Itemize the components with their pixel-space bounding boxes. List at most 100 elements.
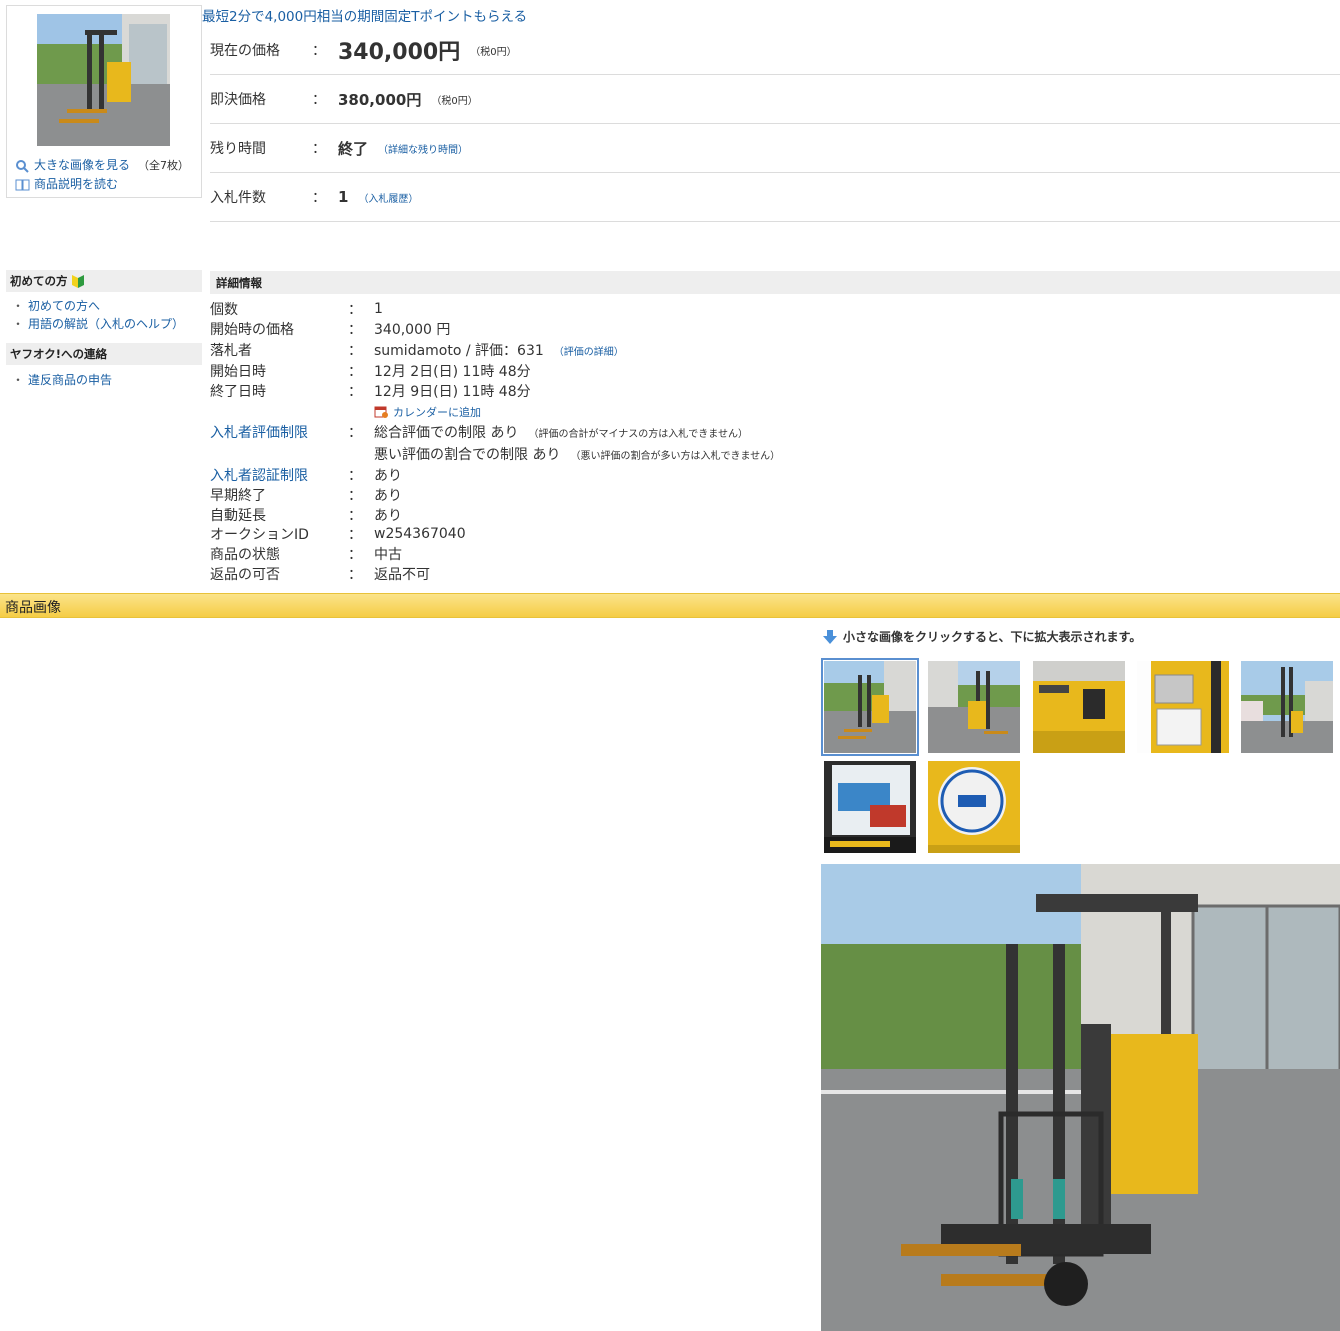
colon: ： [348,384,362,400]
add-to-calendar-label[interactable]: カレンダーに追加 [393,404,481,420]
thumbnail-box: 大きな画像を見る （全7枚） 商品説明を読む [6,5,202,198]
detail-value: 返品不可 [374,567,430,583]
detail-label: 開始日時 [210,364,266,380]
detail-row-early-end: 早期終了 ： あり [210,485,402,505]
current-price-tax: （税0円） [470,46,517,58]
tpoint-link[interactable]: 最短2分で4,000円相当の期間固定Tポイントもらえる [202,5,527,25]
image-thumbnail-7[interactable] [928,761,1020,853]
detail-row-end-date: 終了日時 ： 12月 9日(日) 11時 48分 [210,381,531,401]
auth-limit-link[interactable]: 入札者認証制限 [210,465,348,485]
buyout-price-tax: （税0円） [431,95,478,107]
colon: ： [348,567,362,583]
book-icon [15,179,30,190]
winner-value: sumidamoto / 評価：631 [374,343,544,359]
image-thumbnail-4[interactable] [1137,661,1229,753]
sidebar-link-label[interactable]: 用語の解説（入札のヘルプ） [28,317,184,331]
read-description-link[interactable]: 商品説明を読む [15,175,189,194]
remaining-time-row: 残り時間 ： 終了 （詳細な残り時間） [210,124,1340,173]
detailed-remaining-time-link[interactable]: （詳細な残り時間） [378,141,468,156]
bid-count-value: 1 [338,188,349,206]
rating-limit-link[interactable]: 入札者評価制限 [210,422,348,442]
detail-row-rating-limit: 入札者評価制限： 総合評価での制限 あり （評価の合計がマイナスの方は入札できません… [210,422,748,442]
bid-history-link[interactable]: （入札履歴） [358,190,418,205]
first-time-header: 初めての方 [6,270,202,292]
auction-id-value: w254367040 [374,526,466,542]
thumbnail-links: 大きな画像を見る （全7枚） 商品説明を読む [15,156,189,194]
detail-row-start-price: 開始時の価格 ： 340,000 円 [210,319,450,339]
buyout-price-value: 380,000円 [338,90,422,109]
bid-count-row: 入札件数 ： 1 （入札履歴） [210,173,1340,222]
colon: ： [348,527,362,543]
detail-value: 悪い評価の割合での制限 あり [374,447,561,463]
contact-title: ヤフオク!への連絡 [10,347,108,361]
beginner-mark-icon [71,275,84,288]
detail-value: 中古 [374,547,402,563]
detail-value: 340,000 円 [374,322,451,338]
calendar-icon [374,406,388,418]
image-thumbnail-6[interactable] [824,761,916,853]
sidebar-link-label[interactable]: 初めての方へ [28,299,100,313]
colon: ： [348,425,362,441]
colon: ： [348,508,362,524]
detail-row-quantity: 個数 ： 1 [210,299,383,319]
detail-value: あり [374,488,402,504]
detail-label: 開始時の価格 [210,322,294,338]
detail-label: 早期終了 [210,488,266,504]
detail-value: 1 [374,301,383,317]
main-thumbnail[interactable] [37,14,170,146]
detail-note: （評価の合計がマイナスの方は入札できません） [528,428,748,440]
image-thumbnail-1[interactable] [821,658,919,756]
bullet: ・ [12,373,25,387]
view-large-label[interactable]: 大きな画像を見る [34,156,130,175]
colon: ： [348,468,362,484]
colon: ： [348,364,362,380]
detail-row-auction-id: オークションID ： w254367040 [210,524,466,544]
thumbnail-hint: 小さな画像をクリックすると、下に拡大表示されます。 [822,628,1141,645]
colon: ： [312,141,326,157]
detail-value: 12月 2日(日) 11時 48分 [374,364,531,380]
colon: ： [312,190,326,206]
detail-value: あり [374,508,402,524]
hint-text: 小さな画像をクリックすると、下に拡大表示されます。 [843,630,1142,644]
detail-note: （悪い評価の割合が多い方は入札できません） [570,450,781,462]
sidebar-link-first-time[interactable]: ・初めての方へ [12,297,100,314]
arrow-down-icon [823,629,837,644]
detail-row-start-date: 開始日時 ： 12月 2日(日) 11時 48分 [210,361,531,381]
image-thumbnail-5[interactable] [1241,661,1333,753]
magnifier-icon [16,159,29,173]
colon: ： [348,547,362,563]
colon: ： [348,302,362,318]
rating-detail-link[interactable]: （評価の詳細） [554,343,624,358]
detail-label: 自動延長 [210,508,266,524]
detail-value: あり [374,468,402,484]
image-count: （全7枚） [138,159,190,172]
detail-label: オークションID [210,527,309,543]
detail-value: 12月 9日(日) 11時 48分 [374,384,531,400]
product-images-header: 商品画像 [0,593,1340,618]
colon: ： [348,322,362,338]
image-thumbnail-2[interactable] [928,661,1020,753]
detail-label: 終了日時 [210,384,266,400]
add-to-calendar-link[interactable]: カレンダーに追加 [374,404,481,420]
bullet: ・ [12,317,25,331]
current-price-label: 現在の価格 [210,43,280,59]
colon: ： [348,343,362,359]
contact-header: ヤフオク!への連絡 [6,343,202,365]
detail-label: 個数 [210,302,238,318]
detail-row-bad-rating-limit: 悪い評価の割合での制限 あり （悪い評価の割合が多い方は入札できません） [210,444,780,464]
image-thumbnail-3[interactable] [1033,661,1125,753]
remaining-time-label: 残り時間 [210,141,266,157]
colon: ： [312,92,326,108]
buyout-price-row: 即決価格 ： 380,000円 （税0円） [210,75,1340,124]
detail-label: 落札者 [210,343,252,359]
sidebar-link-report[interactable]: ・違反商品の申告 [12,371,112,388]
sidebar-link-label[interactable]: 違反商品の申告 [28,373,112,387]
colon: ： [312,43,326,59]
bid-count-label: 入札件数 [210,190,266,206]
detail-row-condition: 商品の状態 ： 中古 [210,544,402,564]
view-large-image-link[interactable]: 大きな画像を見る （全7枚） [15,156,189,175]
read-description-label[interactable]: 商品説明を読む [34,175,118,194]
buyout-price-label: 即決価格 [210,92,266,108]
detail-row-winner: 落札者 ： sumidamoto / 評価：631 （評価の詳細） [210,340,624,360]
sidebar-link-glossary[interactable]: ・用語の解説（入札のヘルプ） [12,315,184,332]
